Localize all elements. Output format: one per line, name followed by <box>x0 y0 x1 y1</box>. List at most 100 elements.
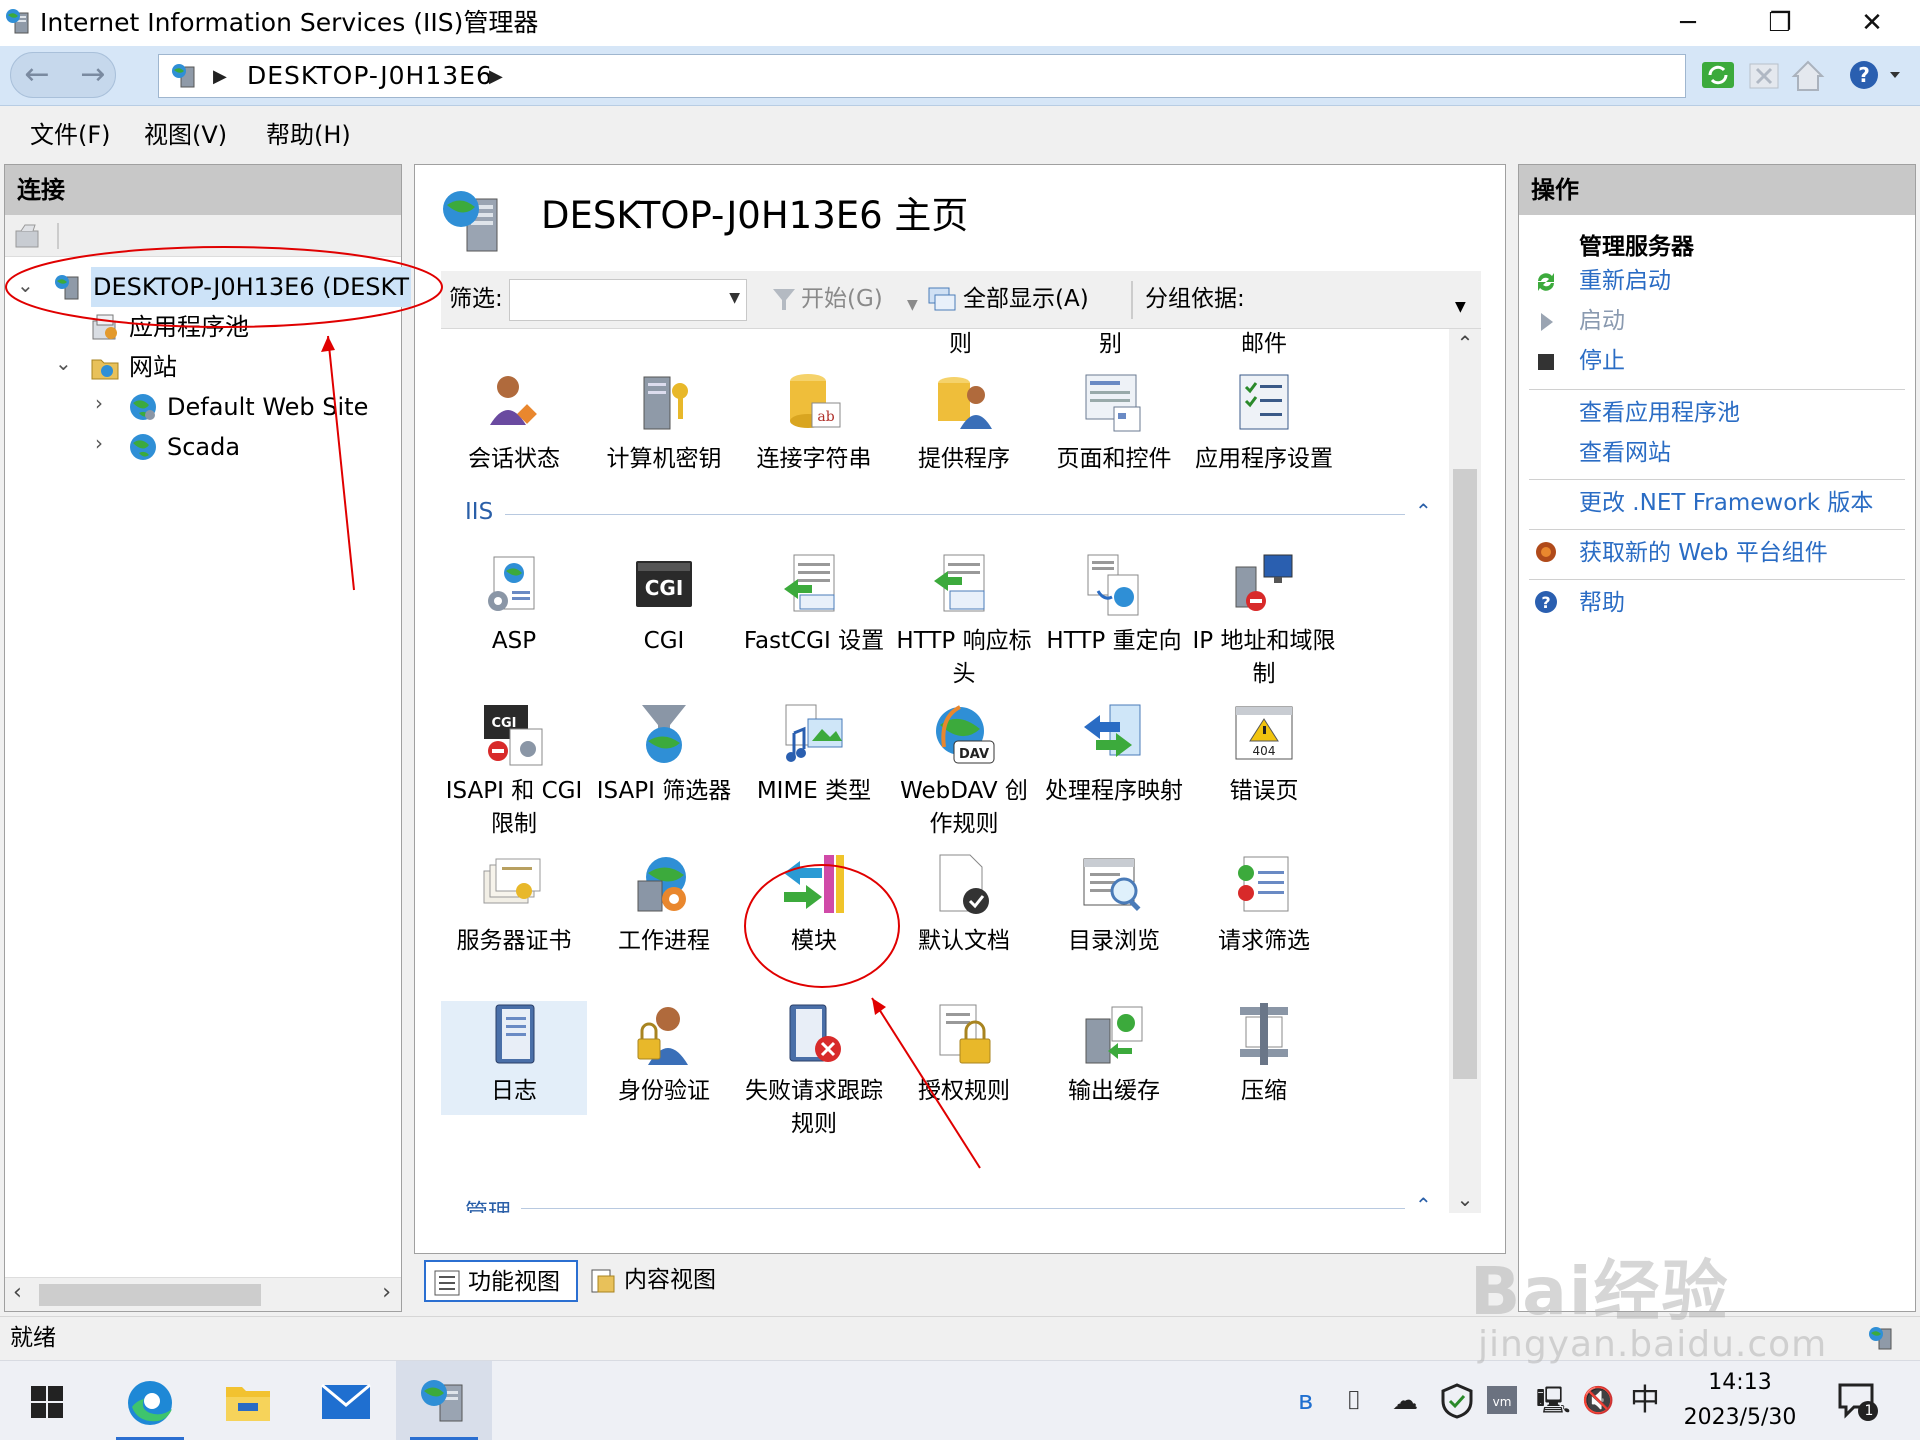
feature-http-redirect[interactable]: HTTP 重定向 <box>1041 551 1187 658</box>
feature-handler-mappings[interactable]: 处理程序映射 <box>1041 701 1187 808</box>
vertical-scrollbar[interactable]: ⌃ ⌄ <box>1449 329 1481 1213</box>
menu-help[interactable]: 帮助(H) <box>266 120 351 150</box>
restart-action[interactable]: 重新启动 <box>1579 265 1671 297</box>
menu-file[interactable]: 文件(F) <box>30 120 111 150</box>
feature-cgi[interactable]: CGI CGI <box>591 551 737 658</box>
feature-isapi-cgi-restrictions[interactable]: CGI ISAPI 和 CGI 限制 <box>441 701 587 841</box>
scrollbar-thumb[interactable] <box>39 1284 261 1306</box>
scroll-right-icon[interactable]: › <box>382 1280 391 1305</box>
get-web-platform-action[interactable]: 获取新的 Web 平台组件 <box>1579 537 1828 569</box>
feature-session-state[interactable]: 会话状态 <box>441 369 587 476</box>
horizontal-scrollbar[interactable]: ‹ › <box>5 1277 401 1311</box>
address-path[interactable]: DESKTOP-J0H13E6 <box>247 59 493 93</box>
feature-request-filtering[interactable]: 请求筛选 <box>1191 851 1337 958</box>
feature-worker-processes[interactable]: 工作进程 <box>591 851 737 958</box>
scroll-left-icon[interactable]: ‹ <box>13 1280 22 1305</box>
feature-output-caching[interactable]: 输出缓存 <box>1041 1001 1187 1108</box>
collapse-group-icon[interactable]: ⌃ <box>1415 1193 1432 1213</box>
feature-ip-domain-restrictions[interactable]: IP 地址和域限制 <box>1191 551 1337 691</box>
breadcrumb-arrow-icon[interactable]: ▶ <box>213 61 227 93</box>
tab-content-view[interactable]: 内容视图 <box>582 1260 732 1302</box>
cloud-icon[interactable]: ☁ <box>1392 1383 1418 1419</box>
expand-arrow-icon[interactable]: › <box>95 431 103 455</box>
feature-logging[interactable]: 日志 <box>441 1001 587 1115</box>
features-panel: DESKTOP-J0H13E6 主页 筛选: ▼ 开始(G) ▼ 全部显示(A)… <box>414 164 1506 1254</box>
taskbar-iis-manager[interactable] <box>396 1361 492 1440</box>
feature-mime-types[interactable]: MIME 类型 <box>741 701 887 808</box>
feature-webdav[interactable]: DAV WebDAV 创作规则 <box>891 701 1037 841</box>
feature-connection-strings[interactable]: ab 连接字符串 <box>741 369 887 476</box>
bluetooth-icon[interactable]: ʙ <box>1298 1383 1313 1419</box>
dropdown-arrow-icon[interactable]: ▼ <box>907 289 918 321</box>
feature-compression[interactable]: 压缩 <box>1191 1001 1337 1108</box>
window-title: Internet Information Services (IIS)管理器 <box>40 8 539 37</box>
group-by-label[interactable]: 分组依据: <box>1145 283 1245 315</box>
feature-modules[interactable]: 模块 <box>741 851 887 958</box>
close-button[interactable]: ✕ <box>1826 0 1918 46</box>
feature-default-document[interactable]: 默认文档 <box>891 851 1037 958</box>
forward-arrow-icon[interactable]: → <box>66 52 120 98</box>
maximize-button[interactable]: ❐ <box>1734 0 1826 46</box>
scroll-down-icon[interactable]: ⌄ <box>1449 1187 1481 1211</box>
start-button[interactable] <box>0 1361 96 1440</box>
feature-server-certificates[interactable]: 服务器证书 <box>441 851 587 958</box>
back-arrow-icon[interactable]: ← <box>10 52 64 98</box>
network-icon[interactable]: 🖳 <box>1536 1383 1571 1419</box>
feature-app-settings[interactable]: 应用程序设置 <box>1191 369 1337 476</box>
menu-view[interactable]: 视图(V) <box>144 120 227 150</box>
volume-muted-icon[interactable]: 🔇 <box>1582 1383 1614 1419</box>
view-app-pools-action[interactable]: 查看应用程序池 <box>1579 397 1740 429</box>
vmware-icon[interactable]: vm <box>1486 1385 1518 1415</box>
usb-icon[interactable]: ⌷ <box>1346 1383 1362 1419</box>
taskbar-file-explorer[interactable] <box>200 1361 296 1440</box>
security-shield-icon[interactable] <box>1440 1383 1474 1419</box>
change-net-framework-action[interactable]: 更改 .NET Framework 版本 <box>1579 487 1873 519</box>
ime-indicator[interactable]: 中 <box>1630 1383 1660 1419</box>
feature-pages-controls[interactable]: 页面和控件 <box>1041 369 1187 476</box>
taskbar-mail[interactable] <box>298 1361 394 1440</box>
view-sites-action[interactable]: 查看网站 <box>1579 437 1671 469</box>
address-path-box[interactable]: ▶ DESKTOP-J0H13E6 ▶ <box>158 54 1686 98</box>
notification-center[interactable]: 1 <box>1836 1379 1880 1423</box>
feature-providers[interactable]: 提供程序 <box>891 369 1037 476</box>
scroll-up-icon[interactable]: ⌃ <box>1449 331 1481 355</box>
expand-arrow-icon[interactable]: › <box>95 391 103 415</box>
taskbar-edge[interactable] <box>102 1361 198 1440</box>
group-header-management[interactable]: 管理 ⌃ <box>465 1193 1445 1213</box>
feature-asp[interactable]: ASP <box>441 551 587 658</box>
feature-authentication[interactable]: 身份验证 <box>591 1001 737 1108</box>
feature-failed-request-tracing[interactable]: 失败请求跟踪规则 <box>741 1001 887 1141</box>
start-action[interactable]: 启动 <box>1579 305 1625 337</box>
clock[interactable]: 14:13 2023/5/30 <box>1680 1365 1800 1435</box>
show-all-button[interactable]: 全部显示(A) <box>963 283 1089 315</box>
stop-icon[interactable] <box>1746 56 1782 94</box>
refresh-icon[interactable] <box>1700 56 1736 94</box>
collapse-arrow-icon[interactable]: ⌄ <box>17 273 34 297</box>
filter-input[interactable]: ▼ <box>509 279 747 321</box>
feature-machine-key[interactable]: 计算机密钥 <box>591 369 737 476</box>
overflow-chevron-icon[interactable]: ▼ <box>1455 291 1466 323</box>
breadcrumb-arrow-icon[interactable]: ▶ <box>489 61 503 93</box>
home-icon[interactable] <box>1790 56 1826 94</box>
feature-authorization-rules[interactable]: 授权规则 <box>891 1001 1037 1108</box>
collapse-group-icon[interactable]: ⌃ <box>1415 499 1432 523</box>
collapse-arrow-icon[interactable]: ⌄ <box>55 351 72 375</box>
feature-directory-browsing[interactable]: 目录浏览 <box>1041 851 1187 958</box>
help-action[interactable]: 帮助 <box>1579 587 1625 619</box>
feature-http-response-headers[interactable]: HTTP 响应标头 <box>891 551 1037 691</box>
dropdown-arrow-icon[interactable]: ▼ <box>729 290 740 306</box>
new-connection-icon[interactable] <box>13 221 43 251</box>
filter-label: 筛选: <box>449 286 503 312</box>
feature-isapi-filters[interactable]: ISAPI 筛选器 <box>591 701 737 808</box>
minimize-button[interactable]: ─ <box>1642 0 1734 46</box>
group-header-iis[interactable]: IIS ⌃ <box>465 499 1445 529</box>
scrollbar-thumb[interactable] <box>1453 469 1477 1079</box>
feature-fastcgi[interactable]: FastCGI 设置 <box>741 551 887 658</box>
start-filter-button[interactable]: 开始(G) <box>801 283 883 315</box>
stop-action[interactable]: 停止 <box>1579 345 1625 377</box>
help-dropdown-icon[interactable]: ? <box>1846 56 1904 94</box>
feature-error-pages[interactable]: 404 错误页 <box>1191 701 1337 808</box>
svg-text:vm: vm <box>1493 1395 1512 1409</box>
server-icon <box>55 275 79 300</box>
tab-features-view[interactable]: 功能视图 <box>424 1260 578 1302</box>
